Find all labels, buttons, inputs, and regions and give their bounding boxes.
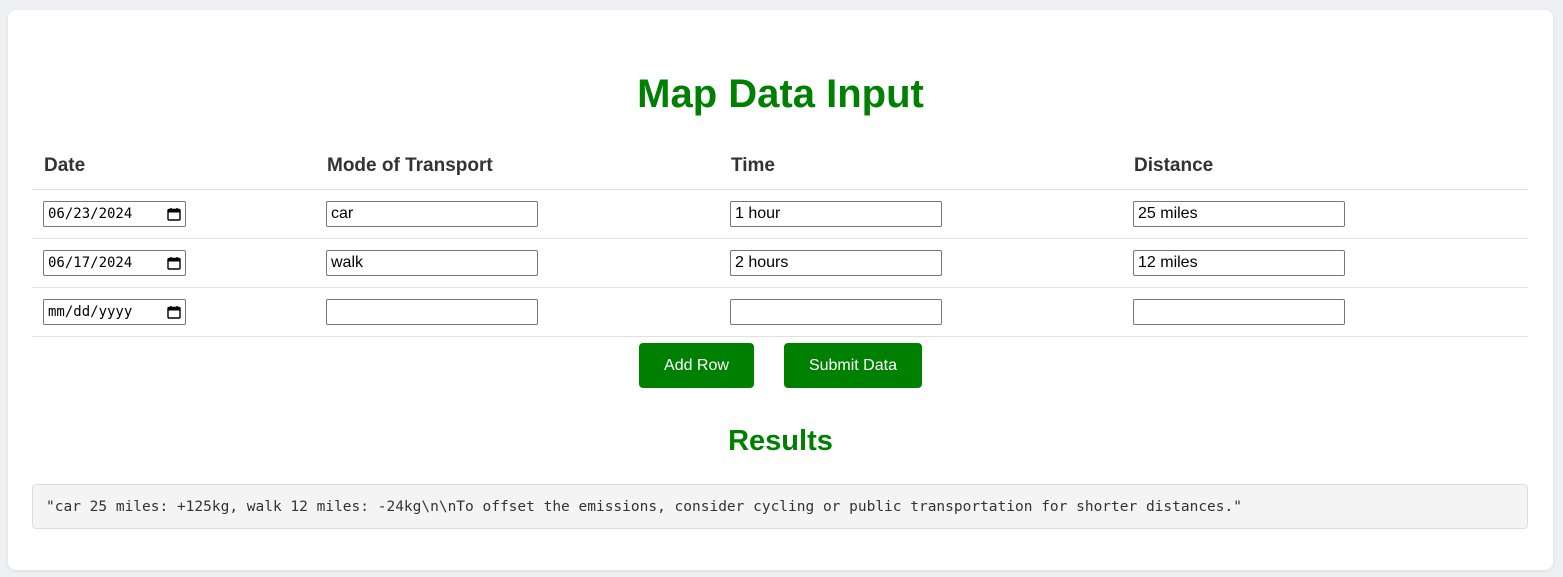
- date-field[interactable]: 06/23/2024: [43, 201, 186, 227]
- submit-data-button[interactable]: Submit Data: [783, 343, 922, 388]
- date-value: 06/17/2024: [48, 255, 133, 271]
- time-field[interactable]: [730, 299, 942, 325]
- header-date: Date: [32, 143, 315, 190]
- distance-field[interactable]: [1133, 299, 1345, 325]
- date-field[interactable]: mm/dd/yyyy: [43, 299, 186, 325]
- button-row: Add Row Submit Data: [8, 343, 1553, 388]
- date-value: 06/23/2024: [48, 206, 133, 222]
- results-text: "car 25 miles: +125kg, walk 12 miles: -2…: [46, 498, 1242, 515]
- time-field[interactable]: [730, 201, 942, 227]
- header-mode: Mode of Transport: [315, 143, 719, 190]
- time-field[interactable]: [730, 250, 942, 276]
- table-row: 06/23/2024: [32, 189, 1528, 239]
- mode-field[interactable]: [326, 250, 538, 276]
- table-row: mm/dd/yyyy: [32, 287, 1528, 337]
- mode-field[interactable]: [326, 201, 538, 227]
- results-output: "car 25 miles: +125kg, walk 12 miles: -2…: [32, 484, 1528, 529]
- table-row: 06/17/2024: [32, 238, 1528, 288]
- table-header-row: Date Mode of Transport Time Distance: [32, 143, 1528, 190]
- distance-field[interactable]: [1133, 250, 1345, 276]
- mode-field[interactable]: [326, 299, 538, 325]
- distance-field[interactable]: [1133, 201, 1345, 227]
- date-field[interactable]: 06/17/2024: [43, 250, 186, 276]
- header-time: Time: [719, 143, 1122, 190]
- data-table: Date Mode of Transport Time Distance 06/…: [32, 143, 1528, 337]
- page-title: Map Data Input: [637, 72, 924, 116]
- calendar-icon[interactable]: [167, 305, 181, 319]
- calendar-icon[interactable]: [167, 256, 181, 270]
- header-distance: Distance: [1122, 143, 1528, 190]
- add-row-button[interactable]: Add Row: [639, 343, 754, 388]
- calendar-icon[interactable]: [167, 207, 181, 221]
- date-placeholder: mm/dd/yyyy: [48, 304, 133, 320]
- form-card: Map Data Input Date Mode of Transport Ti…: [8, 10, 1553, 570]
- results-title: Results: [728, 425, 833, 457]
